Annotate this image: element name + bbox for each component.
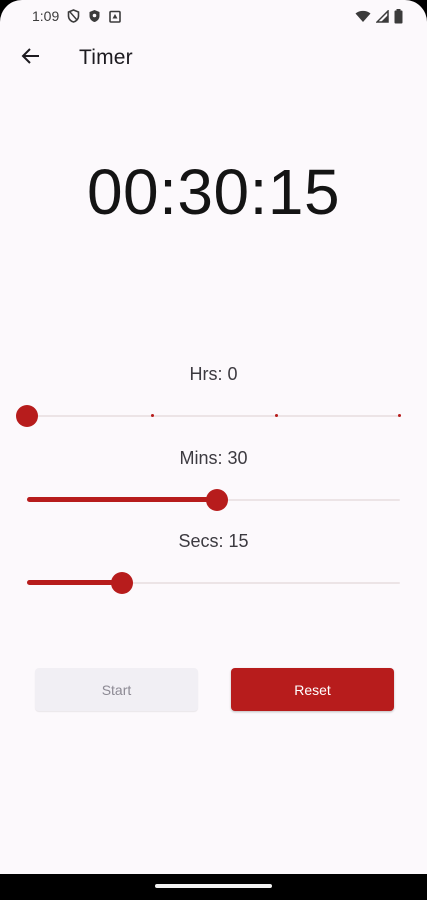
status-time: 1:09 [32,8,60,24]
shield-icon [88,9,101,23]
reset-button[interactable]: Reset [231,668,394,711]
hours-slider-thumb[interactable] [16,405,38,427]
minutes-slider-fill [27,497,217,502]
page-title: Timer [79,46,133,69]
hours-slider-tick [398,414,401,417]
navigation-bar [0,874,427,900]
hours-slider-tick [151,414,154,417]
signal-icon [376,9,389,23]
minutes-slider[interactable] [27,485,400,515]
home-gesture-handle[interactable] [155,884,272,888]
start-button[interactable]: Start [35,668,198,711]
seconds-slider-fill [27,580,122,585]
seconds-slider[interactable] [27,568,400,598]
minutes-label: Mins: 30 [179,448,248,468]
app-bar: Timer [0,36,427,80]
seconds-slider-thumb[interactable] [111,572,133,594]
timer-display: 00:30:15 [86,156,341,228]
back-button[interactable] [15,42,47,74]
hours-slider-track [27,415,400,417]
status-bar: 1:09 [0,0,427,32]
hours-slider-tick [275,414,278,417]
seconds-label: Secs: 15 [178,531,249,551]
battery-icon [394,8,403,24]
timer-screen: 1:09 Timer 00:30:15 Hrs: 0 Mins: 30 Secs… [0,0,427,900]
arrow-back-icon [21,47,41,70]
clipboard-icon [109,10,122,23]
vpn-shield-icon [67,9,80,23]
wifi-icon [355,10,371,23]
hours-slider[interactable] [16,401,401,431]
hours-label: Hrs: 0 [189,364,238,384]
minutes-slider-thumb[interactable] [206,489,228,511]
